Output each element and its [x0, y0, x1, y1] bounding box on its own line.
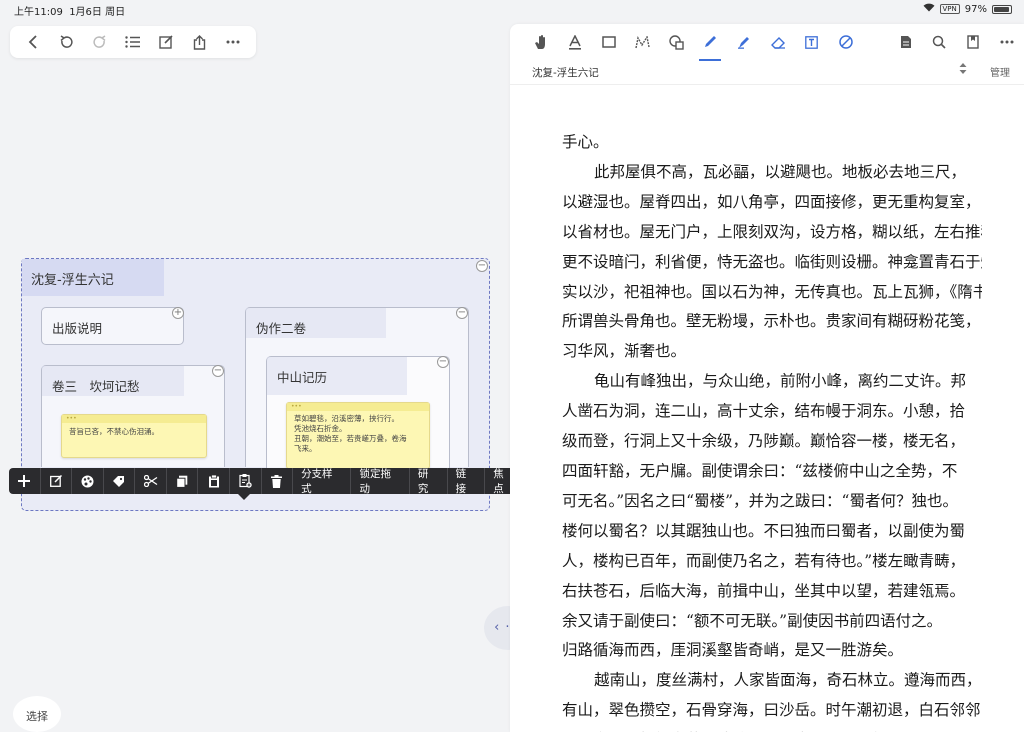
- bookmark-icon[interactable]: [956, 27, 990, 57]
- share-icon[interactable]: [186, 28, 214, 56]
- edit-icon[interactable]: [41, 468, 73, 494]
- root-node-title[interactable]: 沈复-浮生六记: [22, 259, 164, 296]
- node-publishing-notes[interactable]: 出版说明 +: [41, 307, 184, 345]
- node-fake-chapters[interactable]: 伪作二卷 − 中山记历 − ••• 草如碧毯，沿溪密薄，挟行行。 凭池烧石折金。…: [245, 307, 469, 469]
- branch-style-button[interactable]: 分支样式: [293, 468, 352, 495]
- text-box-icon[interactable]: [795, 27, 829, 57]
- sort-icon[interactable]: [959, 63, 967, 77]
- outline-list-icon[interactable]: [119, 28, 147, 56]
- node-volume-three[interactable]: 卷三 坎坷记愁 − ••• 昔旨已吝，不禁心伤泪涌。: [41, 365, 225, 467]
- battery-icon: [992, 4, 1012, 14]
- scissors-icon[interactable]: [135, 468, 167, 494]
- link-button[interactable]: 链接: [448, 468, 486, 495]
- search-icon[interactable]: [922, 27, 956, 57]
- text-line: 更不设暗闩，利省便，恃无盗也。临街则设栅。神龛置青石于炉，: [562, 252, 982, 271]
- document-icon[interactable]: [889, 27, 923, 57]
- text-line: 手心。: [562, 133, 609, 151]
- text-line: 龟山有峰独出，与众山绝，前附小峰，离约二丈许。邦: [594, 372, 967, 391]
- more-icon[interactable]: [990, 27, 1024, 57]
- pen-icon[interactable]: [693, 27, 727, 61]
- add-icon[interactable]: [9, 468, 41, 494]
- more-icon[interactable]: [219, 28, 247, 56]
- node-title: 伪作二卷: [256, 321, 307, 336]
- text-line: 人，楼构已百年，而副使乃名之，若有待也。”楼左瞰青畴，: [562, 551, 966, 570]
- text-line: 右扶苍石，后临大海，前揖中山，坐其中以望，若建瓴焉。: [562, 581, 966, 600]
- status-time: 上午11:09: [14, 7, 63, 18]
- eraser-icon[interactable]: [761, 27, 795, 57]
- manage-button[interactable]: 管理: [990, 64, 1010, 79]
- research-button[interactable]: 研究: [410, 468, 448, 495]
- sticky-note[interactable]: ••• 草如碧毯，沿溪密薄，挟行行。 凭池烧石折金。 丑朝，潮始至，若贵嵯万叠，…: [286, 402, 430, 469]
- text-line: 沙岳之上，松柏交荫，清流冽冽，奇石叠叠，如列翠屏。: [562, 726, 982, 732]
- sticky-note[interactable]: ••• 昔旨已吝，不禁心伤泪涌。: [61, 414, 207, 458]
- clipboard-icon[interactable]: [230, 468, 262, 494]
- text-line: 此邦屋俱不高，瓦必㽬，以避飓也。地板必去地三尺，: [594, 162, 967, 181]
- palette-icon[interactable]: [72, 468, 104, 494]
- text-line: 归路循海而西，厓洞溪壑皆奇峭，是又一胜游矣。: [562, 641, 904, 660]
- document-page-text: 手心。此邦屋俱不高，瓦必㽬，以避飓也。地板必去地三尺， 以避湿也。屋脊四出，如八角…: [562, 128, 982, 732]
- back-icon[interactable]: [19, 28, 47, 56]
- sticky-line: 飞来。: [294, 444, 317, 453]
- text-line: 有山，翠色攒空，石骨穿海，曰沙岳。时午潮初退，白石邻邻，: [562, 701, 982, 720]
- text-line: 所谓兽头骨角也。壁无粉墁，示朴也。贵家间有糊砑粉花笺，: [562, 312, 981, 331]
- text-line: 级而登，行洞上又十余级，乃陟巅。巅恰容一楼，楼无名，: [562, 432, 966, 451]
- sticky-line: 丑朝，潮始至，若贵嵯万叠，卷海: [294, 434, 407, 443]
- reader-toolbar: [510, 24, 1024, 61]
- expand-icon[interactable]: +: [172, 307, 184, 319]
- battery-percent: 97%: [964, 3, 987, 15]
- text-line: 余又请于副使曰：“额不可无联。”副使因书前四语付之。: [562, 611, 943, 630]
- text-line: 四面轩豁，无户牖。副使谓余曰：“兹楼俯中山之全势，不: [562, 461, 958, 480]
- highlighter-icon[interactable]: [727, 27, 761, 57]
- pdf-reader-panel: 沈复-浮生六记 管理 手心。此邦屋俱不高，瓦必㽬，以避飓也。地板必去地三尺， 以避…: [510, 24, 1024, 732]
- node-title: 出版说明: [52, 321, 103, 336]
- status-bar: 上午11:09 1月6日 周日 VPN 97%: [0, 0, 1024, 18]
- trash-icon[interactable]: [262, 468, 294, 494]
- lasso-icon[interactable]: [626, 27, 660, 57]
- text-line: 习华风，渐奢也。: [562, 342, 687, 361]
- text-line: 越南山，度丝满村，人家皆面海，奇石林立。遵海而西，: [594, 671, 982, 690]
- node-title: 中山记历: [277, 370, 328, 385]
- text-highlight-icon[interactable]: [558, 27, 592, 57]
- vpn-badge: VPN: [939, 4, 960, 14]
- document-tab-title[interactable]: 沈复-浮生六记: [532, 65, 599, 80]
- copy-icon[interactable]: [167, 468, 199, 494]
- paste-icon[interactable]: [198, 468, 230, 494]
- edit-icon[interactable]: [152, 28, 180, 56]
- sticky-note-text: 昔旨已吝，不禁心伤泪涌。: [69, 427, 159, 436]
- wifi-icon: [923, 3, 935, 15]
- hand-icon[interactable]: [524, 27, 558, 57]
- sticky-line: 草如碧毯，沿溪密薄，挟行行。: [294, 414, 399, 423]
- shape-icon[interactable]: [659, 27, 693, 57]
- redo-icon[interactable]: [86, 28, 114, 56]
- sticky-line: 凭池烧石折金。: [294, 424, 347, 433]
- text-line: 可无名。”因名之曰“蜀楼”，并为之跋曰：“蜀者何？独也。: [562, 491, 958, 510]
- node-context-menu: 分支样式 锁定拖动 研究 链接 焦点: [9, 468, 522, 500]
- disable-icon[interactable]: [829, 27, 863, 57]
- text-line: 楼何以蜀名？以其踞独山也。不曰独而曰蜀者，以副使为蜀: [562, 521, 966, 540]
- text-line: 以省材也。屋无门户，上限刻双沟，设方格，糊以纸，左右推移，: [562, 222, 982, 241]
- mindmap-toolbar: [10, 26, 256, 58]
- lock-drag-button[interactable]: 锁定拖动: [351, 468, 410, 495]
- collapse-icon[interactable]: −: [437, 356, 449, 368]
- node-zhongshan[interactable]: 中山记历 − ••• 草如碧毯，沿溪密薄，挟行行。 凭池烧石折金。 丑朝，潮始至…: [266, 356, 450, 469]
- text-line: 人凿石为洞，连二山，高十丈余，结布幔于洞东。小憩，拾: [562, 402, 966, 421]
- status-date: 1月6日 周日: [69, 7, 126, 18]
- collapse-icon[interactable]: −: [212, 365, 224, 377]
- node-title: 卷三 坎坷记愁: [52, 379, 140, 394]
- text-line: 以避湿也。屋脊四出，如八角亭，四面接修，更无重构复室，: [562, 192, 981, 211]
- select-button[interactable]: 选择: [13, 696, 61, 732]
- undo-icon[interactable]: [52, 28, 80, 56]
- text-line: 实以沙，祀祖神也。国以石为神，无传真也。瓦上瓦狮，《隋书》: [562, 282, 982, 301]
- rectangle-icon[interactable]: [592, 27, 626, 57]
- collapse-icon[interactable]: −: [456, 307, 468, 319]
- collapse-icon[interactable]: −: [476, 260, 488, 272]
- tag-icon[interactable]: [104, 468, 136, 494]
